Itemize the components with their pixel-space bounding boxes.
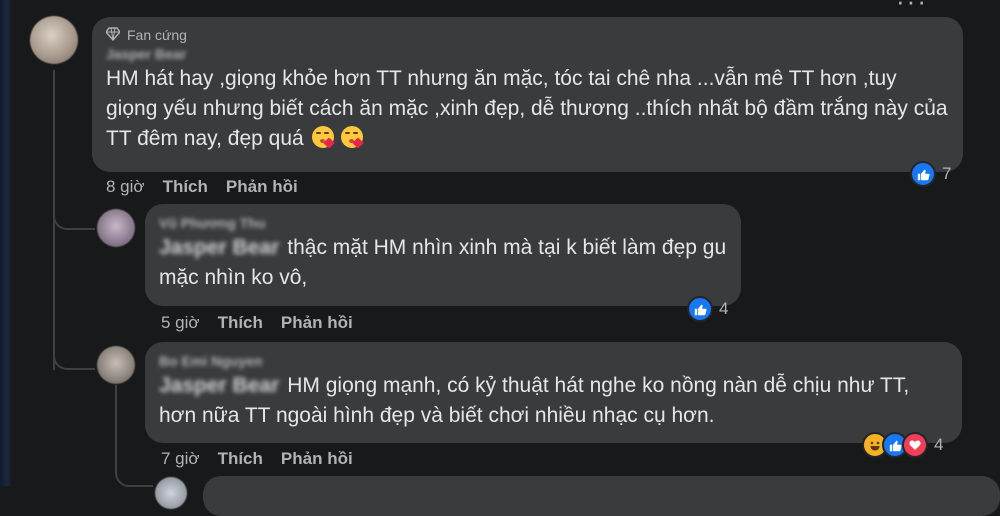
reply-bubble: Vũ Phương Thu Jasper Bear thậc mặt HM nhì… [145,204,741,306]
more-options-icon[interactable]: ··· [896,0,928,17]
timestamp[interactable]: 7 giờ [161,449,200,469]
reaction-summary[interactable]: 7 [910,161,951,187]
thread-branch [115,445,153,487]
avatar[interactable] [30,16,78,64]
timestamp[interactable]: 8 giờ [106,177,145,197]
reaction-count: 7 [942,164,952,183]
thread-branch [53,190,95,230]
like-button[interactable]: Thích [218,449,263,469]
avatar[interactable] [97,346,135,384]
reaction-count: 4 [719,299,729,318]
like-button[interactable]: Thích [163,177,208,197]
mention-tag[interactable]: Jasper Bear [159,233,279,263]
comment-bubble: Fan cứng Jasper Bear HM hát hay ,giọng k… [92,17,963,172]
comment-text: Jasper Bear thậc mặt HM nhìn xinh mà tại … [159,233,727,293]
badge-label: Fan cứng [127,27,187,43]
thread-line [115,385,117,445]
reply-button[interactable]: Phản hồi [226,177,298,197]
reaction-summary[interactable]: 4 [862,432,943,458]
comment-author[interactable]: Bo Emi Nguyen [159,353,948,371]
reaction-summary[interactable]: 4 [687,296,728,322]
left-edge [0,0,12,486]
comment-text: HM hát hay ,giọng khỏe hơn TT nhưng ăn m… [106,64,949,154]
comment-body: HM hát hay ,giọng khỏe hơn TT nhưng ăn m… [106,67,948,150]
comment-actions: 5 giờ Thích Phản hồi [161,313,353,333]
timestamp[interactable]: 5 giờ [161,313,200,333]
reply-button[interactable]: Phản hồi [281,449,353,469]
reply-bubble: Bo Emi Nguyen Jasper Bear HM giọng mạnh, … [145,342,962,443]
blowing-kiss-emoji-icon [311,126,335,149]
love-reaction-icon [902,432,928,458]
diamond-icon [105,26,121,44]
like-reaction-icon [910,161,936,187]
comment-author[interactable]: Vũ Phương Thu [159,215,727,233]
reply-button[interactable]: Phản hồi [281,313,353,333]
like-reaction-icon [687,296,713,322]
fan-badge[interactable]: Fan cứng [105,25,949,45]
reaction-count: 4 [934,435,944,454]
like-button[interactable]: Thích [218,313,263,333]
mention-tag[interactable]: Jasper Bear [159,371,279,401]
comment-bubble [203,476,1000,516]
comment-text: Jasper Bear HM giọng mạnh, có kỷ thuật há… [159,371,948,431]
thread-branch [53,330,95,370]
comment-actions: 8 giờ Thích Phản hồi [106,177,298,197]
comment-actions: 7 giờ Thích Phản hồi [161,449,353,469]
avatar[interactable] [97,209,135,247]
avatar[interactable] [155,477,187,509]
comment-author[interactable]: Jasper Bear [106,46,949,64]
blowing-kiss-emoji-icon [341,126,365,149]
